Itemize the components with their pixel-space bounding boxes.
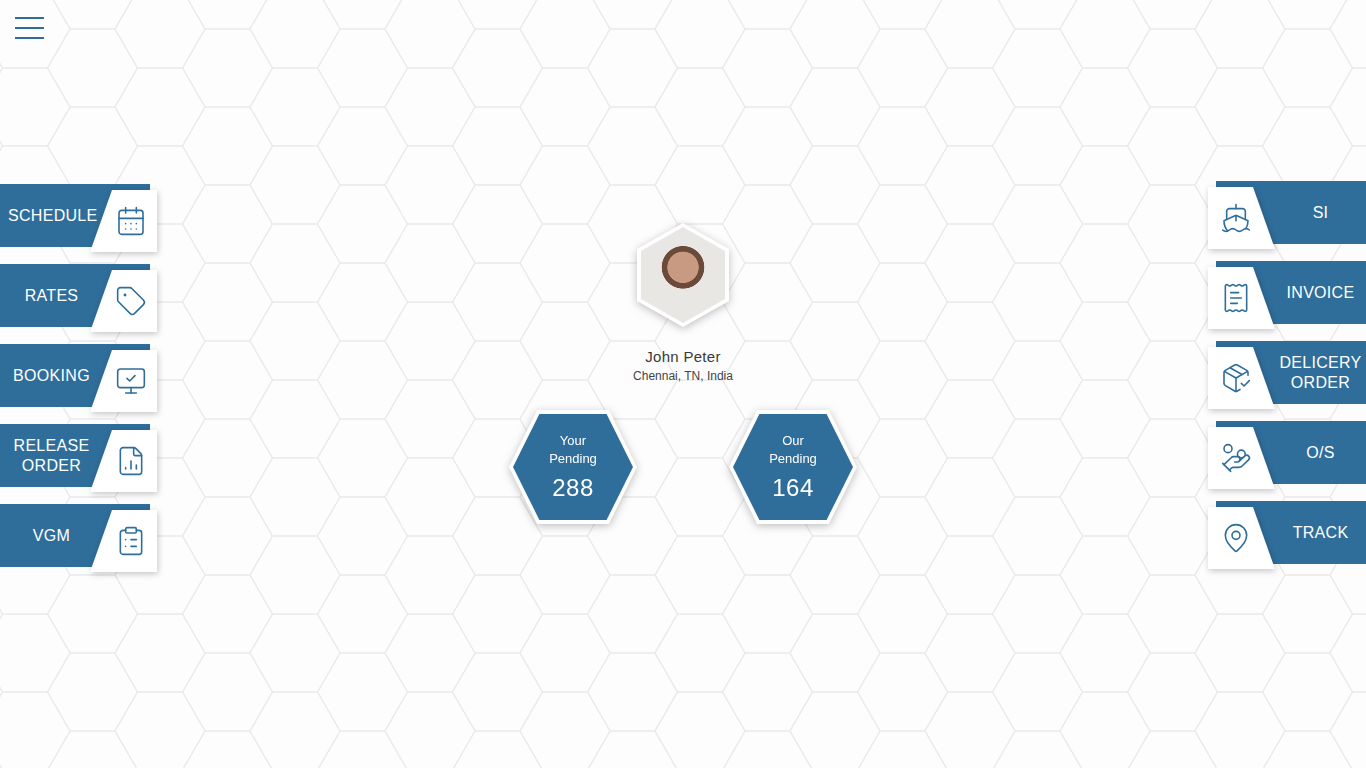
profile-photo [641,227,725,323]
nav-item-label: RELEASE ORDER [5,436,98,476]
left-menu: SCHEDULE RATES BOOKING RELEASE ORDER VGM [0,60,160,768]
nav-item-label: INVOICE [1275,283,1366,303]
nav-item[interactable]: O/S [1206,421,1366,484]
pending-badge[interactable]: Your Pending 288 [509,410,637,524]
menu-line [15,27,44,29]
nav-icon-card [1208,427,1275,489]
clipboard-icon [115,525,147,557]
nav-icon-card [1208,267,1275,329]
nav-item-label: RATES [5,286,98,306]
nav-icon-card-face [1208,347,1275,409]
nav-icon-card-face [1208,507,1275,569]
nav-item[interactable]: DELICERY ORDER [1206,341,1366,404]
nav-item-label: TRACK [1275,523,1366,543]
pending-hexagon-face: Our Pending 164 [733,414,853,520]
package-icon [1220,362,1252,394]
avatar-hexagon [637,223,729,327]
nav-icon-card-face [1208,427,1275,489]
report-icon [115,445,147,477]
nav-icon-card [90,430,157,492]
nav-icon-card-face [90,270,157,332]
nav-icon-card [90,510,157,572]
pending-count: 288 [552,474,594,502]
ship-icon [1220,202,1252,234]
pending-hexagon-face: Your Pending 288 [513,414,633,520]
nav-icon-card-face [90,510,157,572]
nav-item[interactable]: VGM [0,504,157,567]
nav-item[interactable]: BOOKING [0,344,157,407]
invoice-icon [1220,282,1252,314]
dashboard-page: SCHEDULE RATES BOOKING RELEASE ORDER VGM John… [0,0,1366,768]
pending-hexagon: Your Pending 288 [509,410,637,524]
nav-icon-card [90,270,157,332]
nav-icon-card [1208,187,1275,249]
pending-label: Your Pending [541,432,605,468]
nav-icon-card-face [1208,267,1275,329]
nav-item[interactable]: SI [1206,181,1366,244]
header [0,0,1366,60]
hexagon-pattern [0,0,1366,768]
price-tag-icon [115,285,147,317]
pending-badge[interactable]: Our Pending 164 [729,410,857,524]
pending-row: Your Pending 288 Our Pending 164 [509,410,857,524]
pending-count: 164 [772,474,814,502]
user-location: Chennai, TN, India [633,369,733,384]
menu-line [15,37,44,39]
nav-icon-card-face [90,350,157,412]
menu-line [15,17,44,19]
nav-icon-card [1208,347,1275,409]
monitor-icon [115,365,147,397]
user-name: John Peter [645,347,721,366]
nav-item[interactable]: SCHEDULE [0,184,157,247]
nav-icon-card [1208,507,1275,569]
profile-panel: John Peter Chennai, TN, India Your Pending… [160,60,1206,768]
nav-item-label: DELICERY ORDER [1275,353,1366,393]
nav-item-label: SI [1275,203,1366,223]
nav-item-label: O/S [1275,443,1366,463]
nav-item[interactable]: RELEASE ORDER [0,424,157,487]
pending-hexagon: Our Pending 164 [729,410,857,524]
location-pin-icon [1220,522,1252,554]
nav-item[interactable]: TRACK [1206,501,1366,564]
nav-icon-card [90,350,157,412]
nav-icon-card-face [90,190,157,252]
hand-coin-icon [1220,442,1252,474]
nav-item-label: VGM [5,526,98,546]
layout: SCHEDULE RATES BOOKING RELEASE ORDER VGM John… [0,0,1366,768]
pending-label: Our Pending [761,432,825,468]
nav-icon-card [90,190,157,252]
nav-icon-card-face [90,430,157,492]
nav-icon-card-face [1208,187,1275,249]
nav-item[interactable]: INVOICE [1206,261,1366,324]
menu-icon[interactable] [15,17,44,39]
nav-item[interactable]: RATES [0,264,157,327]
right-menu: SI INVOICE DELICERY ORDER O/S TRACK [1206,60,1366,768]
nav-item-label: SCHEDULE [5,206,98,226]
avatar-frame [637,223,729,327]
nav-item-label: BOOKING [5,366,98,386]
calendar-icon [115,205,147,237]
